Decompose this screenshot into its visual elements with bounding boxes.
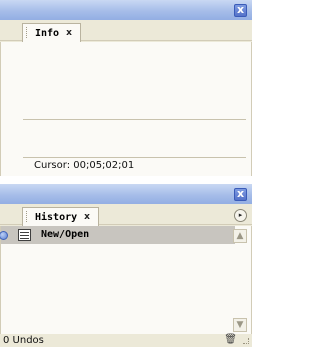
close-icon[interactable]: x: [234, 188, 247, 201]
history-tabstrip: History x ▸: [0, 204, 252, 226]
resize-grip-icon[interactable]: [243, 338, 249, 344]
history-panel: x History x ▸ New/Open ▲ ▼ 0 Undos 🗑: [0, 184, 252, 347]
grip-icon[interactable]: [26, 211, 28, 222]
trash-icon[interactable]: 🗑: [224, 334, 237, 345]
tab-info-label: Info: [35, 27, 60, 39]
tab-close-icon[interactable]: x: [84, 212, 90, 222]
info-panel-titlebar[interactable]: x: [0, 0, 252, 20]
info-panel: x Info x Cursor: 00;05;02;01: [0, 0, 252, 176]
tab-history-label: History: [35, 211, 78, 223]
panel-menu-icon[interactable]: ▸: [234, 209, 247, 222]
grip-icon[interactable]: [26, 27, 28, 38]
history-item-new-open[interactable]: New/Open: [0, 226, 235, 244]
close-icon[interactable]: x: [234, 4, 247, 17]
info-content: Cursor: 00;05;02;01: [0, 42, 252, 176]
current-state-marker-icon: [0, 231, 8, 240]
history-list: New/Open ▲ ▼: [0, 226, 252, 334]
tab-history[interactable]: History x: [22, 207, 99, 226]
history-panel-titlebar[interactable]: x: [0, 184, 252, 204]
tab-info[interactable]: Info x: [22, 23, 81, 42]
document-list-icon: [18, 229, 31, 241]
scroll-down-button[interactable]: ▼: [233, 318, 247, 332]
divider: [23, 157, 246, 158]
history-item-label: New/Open: [41, 229, 90, 240]
scroll-up-button[interactable]: ▲: [233, 229, 247, 243]
undo-count: 0 Undos: [3, 335, 44, 346]
tab-close-icon[interactable]: x: [66, 28, 72, 38]
divider: [23, 119, 246, 120]
cursor-readout: Cursor: 00;05;02;01: [34, 160, 135, 171]
info-tabstrip: Info x: [0, 20, 252, 42]
